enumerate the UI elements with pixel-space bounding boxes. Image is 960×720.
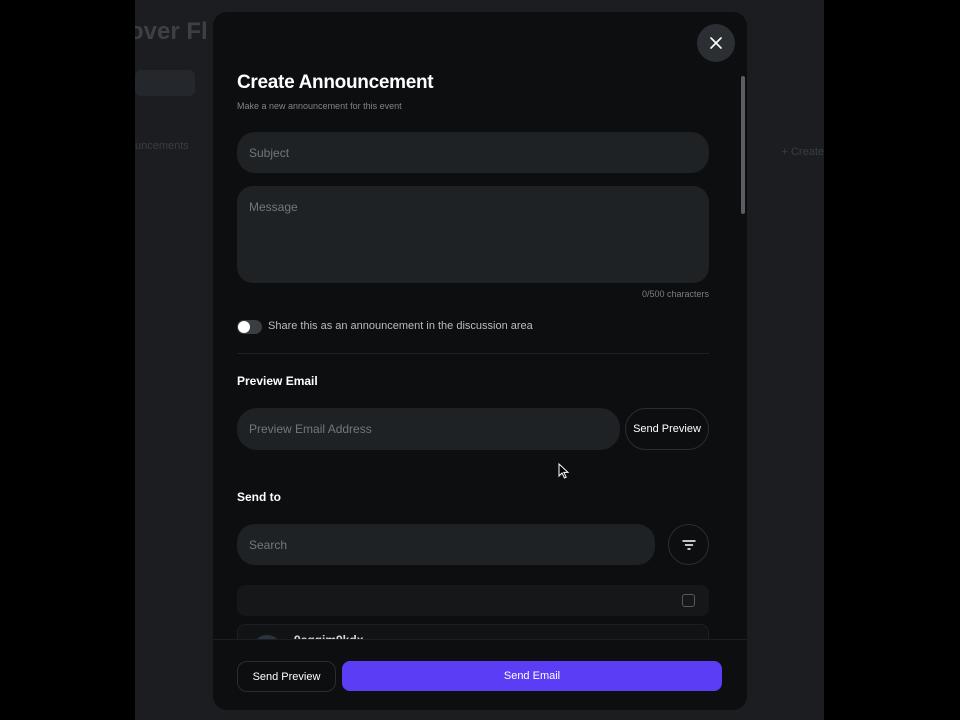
send-preview-button[interactable]: Send Preview bbox=[625, 408, 709, 450]
filter-button[interactable] bbox=[668, 524, 709, 565]
background-placeholder bbox=[135, 70, 195, 96]
recipient-list-header bbox=[237, 585, 709, 616]
send-to-heading: Send to bbox=[237, 490, 281, 504]
create-announcement-modal: Create Announcement Make a new announcem… bbox=[213, 12, 747, 710]
toggle-knob bbox=[238, 321, 250, 333]
character-counter: 0/500 characters bbox=[641, 289, 709, 299]
footer-send-preview-button[interactable]: Send Preview bbox=[237, 661, 336, 692]
modal-scrollbar[interactable] bbox=[741, 76, 745, 214]
message-textarea[interactable] bbox=[237, 186, 709, 283]
send-email-button[interactable]: Send Email bbox=[342, 661, 722, 691]
section-divider bbox=[237, 353, 709, 354]
mouse-cursor-icon bbox=[558, 463, 569, 479]
subject-input[interactable] bbox=[237, 132, 709, 173]
background-create-button: + Create bbox=[781, 146, 825, 158]
modal-footer: Send Preview Send Email bbox=[213, 639, 747, 710]
close-button[interactable] bbox=[697, 24, 735, 62]
modal-title: Create Announcement bbox=[237, 72, 434, 93]
select-all-checkbox[interactable] bbox=[682, 594, 695, 607]
preview-email-input[interactable] bbox=[237, 408, 620, 450]
modal-subtitle: Make a new announcement for this event bbox=[237, 101, 402, 111]
filter-icon bbox=[681, 539, 696, 550]
share-discussion-toggle[interactable] bbox=[237, 320, 262, 334]
close-icon bbox=[710, 37, 722, 49]
background-announcements-label: uncements bbox=[135, 140, 189, 152]
preview-email-heading: Preview Email bbox=[237, 374, 318, 388]
share-discussion-label: Share this as an announcement in the dis… bbox=[268, 320, 533, 332]
recipient-search-input[interactable] bbox=[237, 524, 655, 565]
background-page-title: over Fl bbox=[135, 18, 208, 45]
